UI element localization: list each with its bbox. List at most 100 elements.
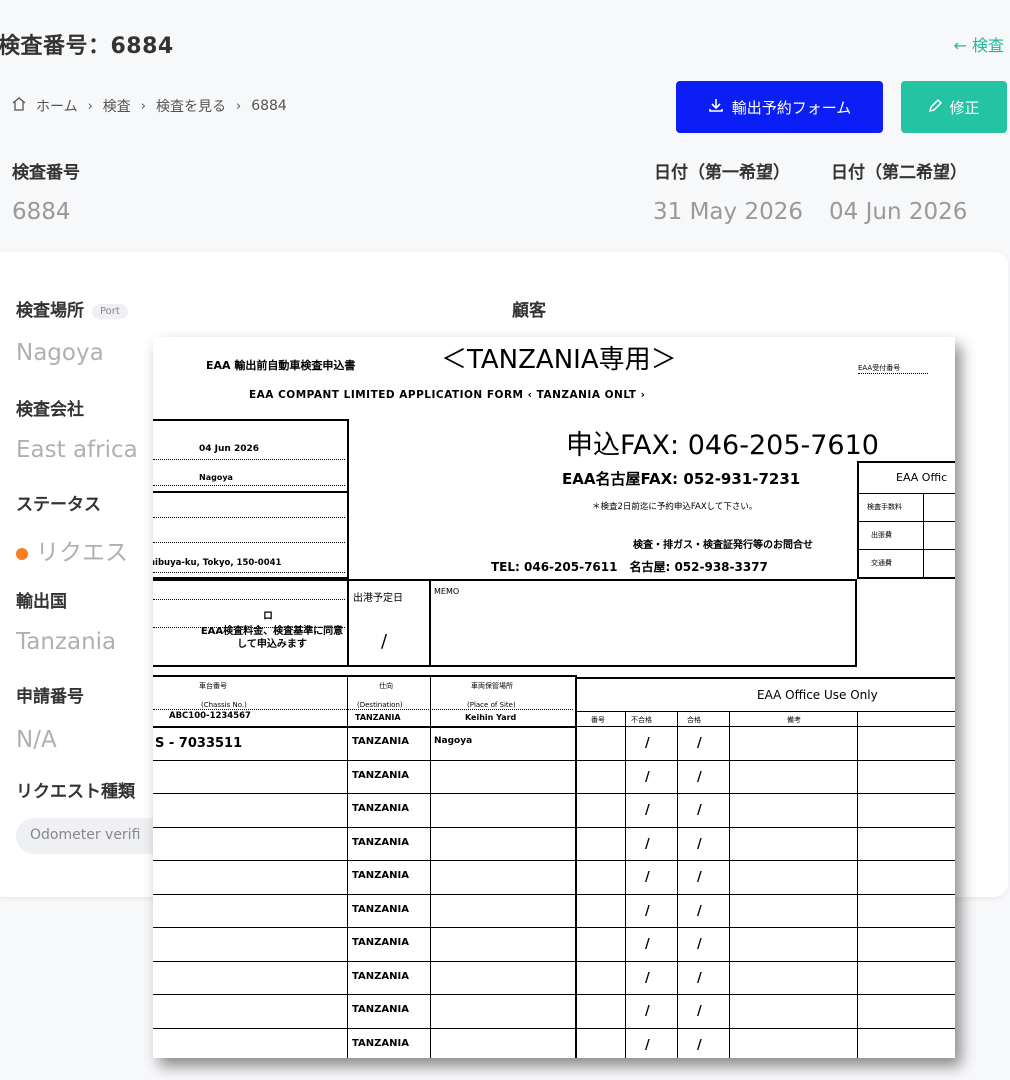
download-icon bbox=[708, 97, 724, 117]
doc-line bbox=[575, 726, 955, 727]
breadcrumb: ホーム › 検査 › 検査を見る › 6884 bbox=[12, 96, 287, 116]
doc-row-fail-slash: / bbox=[645, 970, 650, 986]
doc-row-pass-slash: / bbox=[697, 970, 702, 986]
doc-memo-box bbox=[429, 579, 857, 667]
chevron-right-icon: › bbox=[87, 98, 93, 114]
date-first-value: 31 May 2026 bbox=[653, 199, 803, 225]
home-icon[interactable] bbox=[12, 97, 26, 115]
doc-dotted-line bbox=[153, 572, 345, 573]
doc-fee-row: 検査手数料 bbox=[867, 503, 902, 511]
doc-fax-nagoya: EAA名古屋FAX: 052-931-7231 bbox=[562, 470, 801, 488]
doc-row-pass-slash: / bbox=[697, 937, 702, 952]
doc-col-chassis-example: ABC100-1234567 bbox=[169, 711, 251, 721]
date-first-label: 日付（第一希望） bbox=[654, 163, 790, 183]
export-country-value: Tanzania bbox=[16, 629, 117, 655]
doc-fax-main: 申込FAX: 046-205-7610 bbox=[566, 430, 879, 461]
doc-dotted-line bbox=[153, 485, 345, 486]
breadcrumb-current: 6884 bbox=[251, 98, 287, 114]
doc-row-destination: TANZANIA bbox=[352, 736, 409, 747]
doc-tel: TEL: 046-205-7611 名古屋: 052-938-3377 bbox=[491, 560, 768, 574]
inspection-number-label: 検査番号 bbox=[12, 163, 80, 183]
date-second-label: 日付（第二希望） bbox=[831, 163, 967, 183]
doc-inquiry: 検査・排ガス・検査証発行等のお問合せ bbox=[633, 540, 813, 551]
doc-col-chassis: 車台番号 bbox=[199, 682, 227, 690]
doc-office-use-label: EAA Office Use Only bbox=[757, 688, 878, 702]
doc-col-destination-en: (Destination) bbox=[357, 701, 403, 709]
chevron-right-icon: › bbox=[236, 98, 242, 114]
doc-row-destination: TANZANIA bbox=[352, 1004, 409, 1015]
status-dot-icon bbox=[16, 547, 28, 560]
doc-row-line bbox=[153, 826, 955, 828]
status-label: ステータス bbox=[16, 495, 101, 515]
doc-row-line bbox=[153, 960, 955, 962]
doc-office-label-top: EAA Offic bbox=[896, 471, 948, 484]
export-booking-form-button[interactable]: 輸出予約フォーム bbox=[676, 81, 883, 133]
customer-label: 顧客 bbox=[512, 301, 546, 321]
request-type-label: リクエスト種類 bbox=[16, 782, 135, 802]
location-label-text: 検査場所 bbox=[16, 301, 84, 321]
doc-row-line bbox=[153, 759, 955, 761]
company-label: 検査会社 bbox=[16, 400, 84, 420]
back-to-inspections-link[interactable]: ← 検査 bbox=[954, 32, 1005, 56]
doc-address-value: hibuya-ku, Tokyo, 150-0041 bbox=[153, 558, 282, 568]
doc-row-line bbox=[153, 994, 955, 995]
location-type-pill: Port bbox=[92, 303, 128, 319]
doc-row-destination: TANZANIA bbox=[352, 970, 409, 982]
doc-row-fail-slash: / bbox=[645, 1004, 650, 1019]
doc-notice-box bbox=[153, 579, 349, 667]
doc-row-line bbox=[153, 893, 955, 895]
doc-row-pass-slash: / bbox=[697, 903, 702, 919]
doc-row-fail-slash: / bbox=[645, 836, 650, 852]
breadcrumb-inspection[interactable]: 検査 bbox=[103, 96, 131, 116]
doc-row-pass-slash: / bbox=[697, 769, 702, 785]
doc-dotted-line bbox=[153, 459, 345, 460]
edit-button-label: 修正 bbox=[949, 98, 980, 117]
pencil-icon bbox=[928, 98, 943, 117]
doc-col-number: 番号 bbox=[591, 716, 605, 724]
doc-ship-date-slash: / bbox=[381, 631, 388, 652]
doc-row-pass-slash: / bbox=[697, 803, 702, 818]
doc-memo-label: MEMO bbox=[434, 587, 460, 596]
doc-row-fail-slash: / bbox=[645, 870, 650, 885]
doc-office-use-table bbox=[575, 677, 955, 1058]
doc-row-fail-slash: / bbox=[645, 769, 650, 785]
breadcrumb-view-inspection[interactable]: 検査を見る bbox=[156, 96, 226, 116]
doc-place-value: Nagoya bbox=[199, 473, 233, 482]
doc-row-pass-slash: / bbox=[697, 1004, 702, 1019]
doc-line bbox=[677, 711, 678, 1058]
doc-col-site: 車両保管場所 bbox=[471, 682, 513, 690]
doc-row-chassis: S - 7033511 bbox=[155, 736, 243, 751]
inspection-number-value: 6884 bbox=[12, 199, 71, 225]
doc-title-big: ＜TANZANIA専用＞ bbox=[441, 345, 677, 375]
doc-notice-prefix: ロ bbox=[263, 611, 273, 622]
doc-company-small: EAA 輸出前自動車検査申込書 bbox=[206, 359, 356, 372]
doc-col-site-example: Keihin Yard bbox=[465, 713, 517, 722]
export-country-label: 輸出国 bbox=[16, 592, 67, 612]
application-form-document: EAA 輸出前自動車検査申込書 ＜TANZANIA専用＞ EAA受付番号 EAA… bbox=[153, 337, 955, 1058]
date-second-value: 04 Jun 2026 bbox=[829, 199, 968, 225]
doc-row-destination: TANZANIA bbox=[352, 836, 409, 848]
doc-row-destination: TANZANIA bbox=[352, 1037, 409, 1049]
doc-row-fail-slash: / bbox=[645, 736, 650, 751]
export-button-label: 輸出予約フォーム bbox=[731, 98, 852, 117]
doc-note: ＊検査2日前迄に予約申込FAXして下さい。 bbox=[592, 502, 758, 512]
company-value: East africa bbox=[16, 437, 138, 463]
doc-dotted-line bbox=[153, 709, 573, 710]
doc-row-pass-slash: / bbox=[697, 836, 702, 852]
location-value: Nagoya bbox=[16, 340, 104, 366]
status-value: リクエス bbox=[16, 533, 128, 567]
doc-reception-number-label: EAA受付番号 bbox=[858, 364, 901, 372]
page-title: 検査番号：6884 bbox=[0, 34, 174, 59]
doc-col-chassis-en: (Chassis No.) bbox=[201, 701, 247, 709]
doc-reception-number-line bbox=[858, 373, 928, 374]
doc-dotted-line bbox=[153, 599, 345, 600]
breadcrumb-home[interactable]: ホーム bbox=[36, 96, 78, 116]
doc-date-box bbox=[153, 419, 349, 493]
doc-fee-row: 出張費 bbox=[871, 531, 892, 539]
edit-button[interactable]: 修正 bbox=[901, 81, 1007, 133]
doc-line bbox=[575, 711, 955, 712]
doc-row-destination: TANZANIA bbox=[352, 870, 409, 881]
doc-row-destination: TANZANIA bbox=[352, 769, 409, 781]
doc-col-destination: 仕向 bbox=[379, 682, 393, 690]
doc-notice-text: EAA検査料金、検査基準に同意して申込みます bbox=[200, 626, 344, 650]
